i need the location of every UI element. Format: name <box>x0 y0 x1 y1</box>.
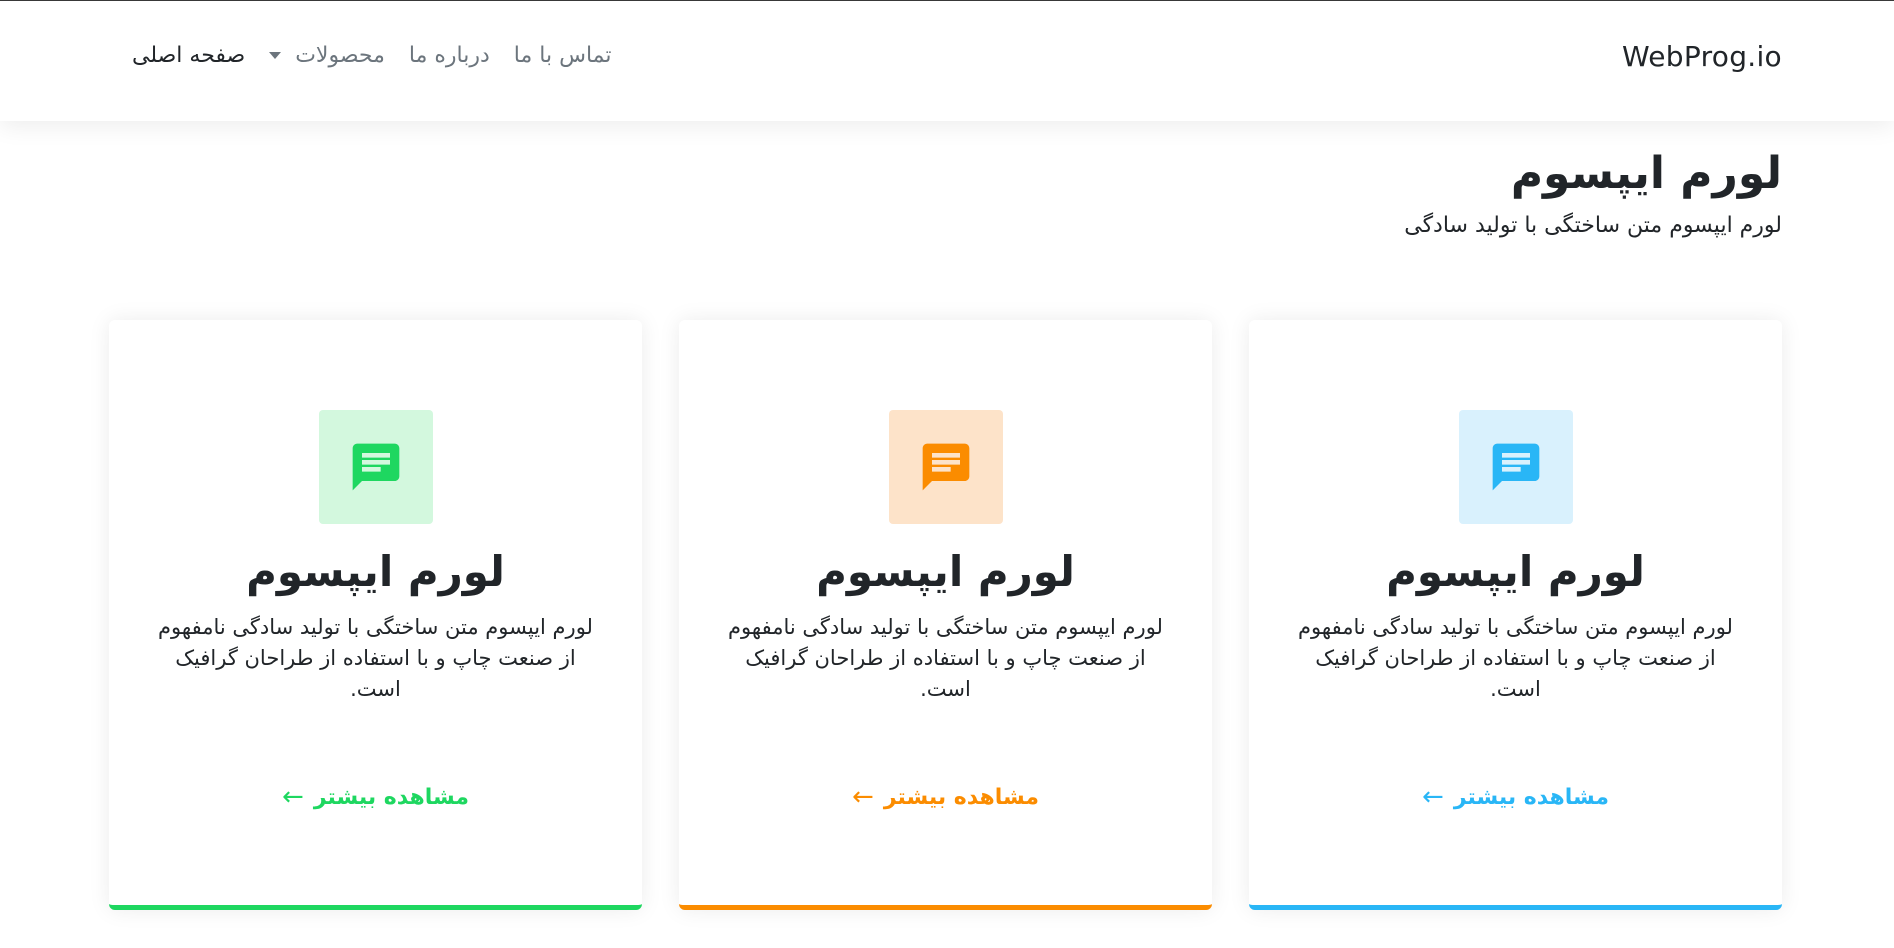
read-more-link[interactable]: مشاهده بیشتر ← <box>109 784 642 810</box>
feature-card-orange: لورم ایپسوم لورم ایپسوم متن ساختگی با تو… <box>679 320 1212 910</box>
read-more-label: مشاهده بیشتر <box>883 784 1039 810</box>
card-title: لورم ایپسوم <box>816 547 1075 596</box>
read-more-label: مشاهده بیشتر <box>1453 784 1609 810</box>
arrow-left-icon: ← <box>1422 782 1444 812</box>
nav-item-products-dropdown[interactable]: محصولات <box>257 43 397 68</box>
message-icon <box>922 443 970 491</box>
page-title: لورم ایپسوم <box>1510 148 1782 199</box>
feature-cards: لورم ایپسوم لورم ایپسوم متن ساختگی با تو… <box>109 320 1782 910</box>
icon-box <box>319 410 433 524</box>
nav-item-about[interactable]: درباره ما <box>397 43 502 68</box>
nav-menu: صفحه اصلی محصولات درباره ما تماس با ما <box>120 43 624 68</box>
caret-down-icon <box>269 52 282 59</box>
icon-box <box>889 410 1003 524</box>
navbar: WebProg.io صفحه اصلی محصولات درباره ما ت… <box>0 1 1894 121</box>
card-title: لورم ایپسوم <box>246 547 505 596</box>
message-icon <box>352 443 400 491</box>
arrow-left-icon: ← <box>282 782 304 812</box>
card-title: لورم ایپسوم <box>1386 547 1645 596</box>
arrow-left-icon: ← <box>852 782 874 812</box>
nav-item-contact[interactable]: تماس با ما <box>502 43 624 68</box>
read-more-label: مشاهده بیشتر <box>313 784 469 810</box>
message-icon <box>1492 443 1540 491</box>
read-more-link[interactable]: مشاهده بیشتر ← <box>679 784 1212 810</box>
card-text: لورم ایپسوم متن ساختگی با تولید سادگی نا… <box>1298 615 1733 701</box>
card-text: لورم ایپسوم متن ساختگی با تولید سادگی نا… <box>158 615 593 701</box>
feature-card-blue: لورم ایپسوم لورم ایپسوم متن ساختگی با تو… <box>1249 320 1782 910</box>
icon-box <box>1459 410 1573 524</box>
nav-item-home[interactable]: صفحه اصلی <box>120 43 257 68</box>
card-text: لورم ایپسوم متن ساختگی با تولید سادگی نا… <box>728 615 1163 701</box>
page-subtitle: لورم ایپسوم متن ساختگی با تولید سادگی <box>1404 213 1782 238</box>
feature-card-green: لورم ایپسوم لورم ایپسوم متن ساختگی با تو… <box>109 320 642 910</box>
read-more-link[interactable]: مشاهده بیشتر ← <box>1249 784 1782 810</box>
brand-logo[interactable]: WebProg.io <box>1622 40 1782 73</box>
nav-item-products-label: محصولات <box>295 43 385 68</box>
page-header: لورم ایپسوم لورم ایپسوم متن ساختگی با تو… <box>1404 140 1782 244</box>
